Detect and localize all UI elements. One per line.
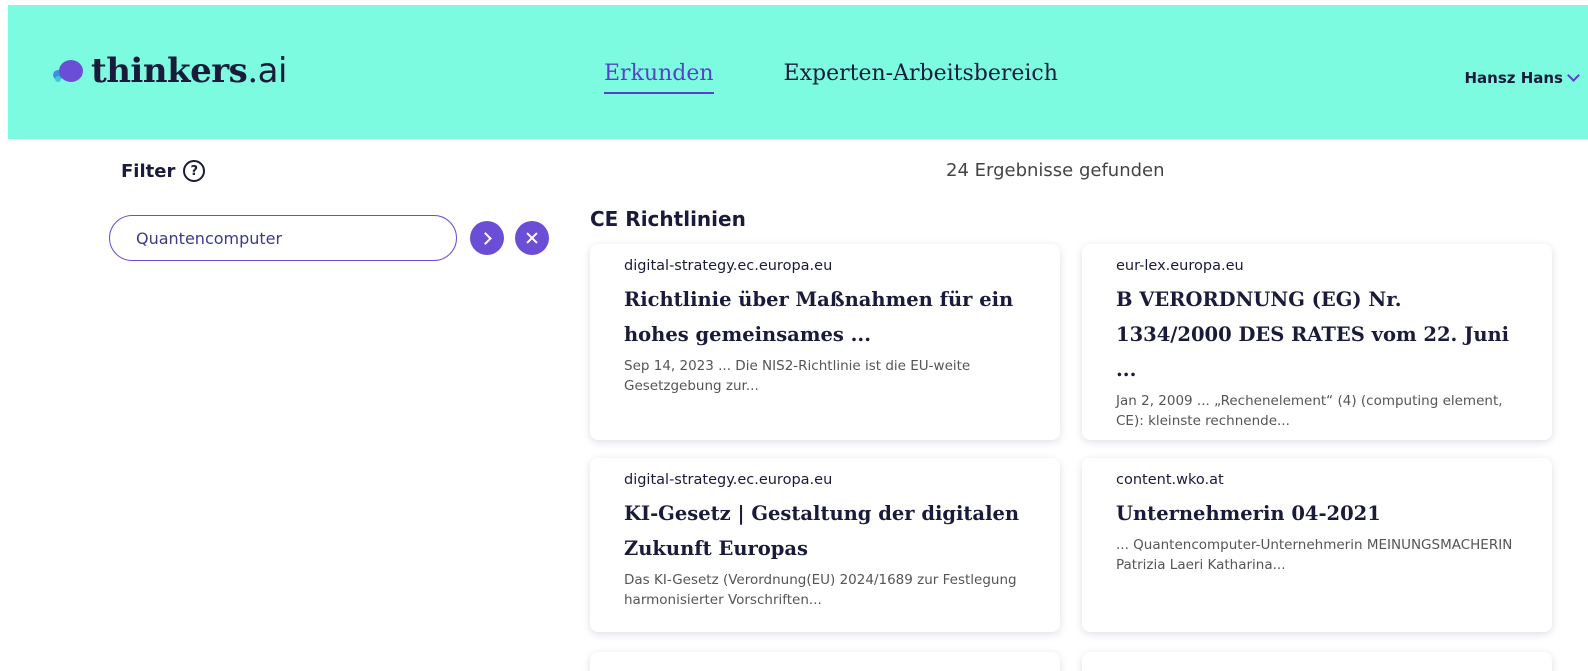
filter-title: Filter <box>121 160 176 182</box>
main-nav: Erkunden Experten-Arbeitsbereich <box>604 61 1058 94</box>
chevron-right-icon <box>479 231 492 245</box>
result-source: digital-strategy.ec.europa.eu <box>624 258 833 274</box>
result-title[interactable]: Richtlinie über Maßnahmen für ein hohes … <box>624 282 1026 352</box>
help-icon[interactable]: ? <box>183 160 206 182</box>
nav-tab-experten-arbeitsbereich[interactable]: Experten-Arbeitsbereich <box>784 61 1058 94</box>
result-card[interactable]: content.wko.at Unternehmerin 04-2021 ...… <box>1082 458 1552 632</box>
top-header: thinkers.ai Erkunden Experten-Arbeitsber… <box>8 5 1588 139</box>
result-snippet: ... Quantencomputer-Unternehmerin MEINUN… <box>1116 537 1513 573</box>
result-card[interactable]: digital-strategy.ec.europa.eu Richtlinie… <box>590 244 1060 440</box>
result-card-partial[interactable] <box>590 652 1060 671</box>
thinkers-logo[interactable]: thinkers.ai <box>53 51 287 91</box>
close-icon <box>525 231 539 245</box>
logo-mark-icon <box>53 56 87 86</box>
result-snippet: Das KI-Gesetz (Verordnung(EU) 2024/1689 … <box>624 572 1017 608</box>
search-input[interactable] <box>109 215 457 261</box>
result-card[interactable]: eur-lex.europa.eu B VERORDNUNG (EG) Nr. … <box>1082 244 1552 440</box>
results-count: 24 Ergebnisse gefunden <box>946 160 1165 181</box>
result-source: digital-strategy.ec.europa.eu <box>624 472 833 488</box>
result-title[interactable]: B VERORDNUNG (EG) Nr. 1334/2000 DES RATE… <box>1116 282 1518 387</box>
filter-heading: Filter ? <box>121 160 206 182</box>
section-title: CE Richtlinien <box>590 207 746 231</box>
result-source: content.wko.at <box>1116 472 1224 488</box>
result-title[interactable]: Unternehmerin 04-2021 <box>1116 496 1518 531</box>
result-snippet: Jan 2, 2009 ... „Rechenelement“ (4) (com… <box>1116 393 1503 429</box>
result-title[interactable]: KI-Gesetz | Gestaltung der digitalen Zuk… <box>624 496 1026 566</box>
logo-wordmark: thinkers.ai <box>91 51 287 91</box>
result-snippet: Sep 14, 2023 ... Die NIS2-Richtlinie ist… <box>624 358 971 394</box>
user-name: Hansz Hans <box>1464 69 1563 87</box>
user-menu[interactable]: Hansz Hans <box>1464 69 1580 87</box>
clear-search-button[interactable] <box>515 221 549 255</box>
result-source: eur-lex.europa.eu <box>1116 258 1244 274</box>
nav-tab-erkunden[interactable]: Erkunden <box>604 61 714 94</box>
result-card-partial[interactable] <box>1082 652 1552 671</box>
chevron-down-icon <box>1567 69 1580 82</box>
result-card[interactable]: digital-strategy.ec.europa.eu KI-Gesetz … <box>590 458 1060 632</box>
search-submit-button[interactable] <box>470 221 504 255</box>
